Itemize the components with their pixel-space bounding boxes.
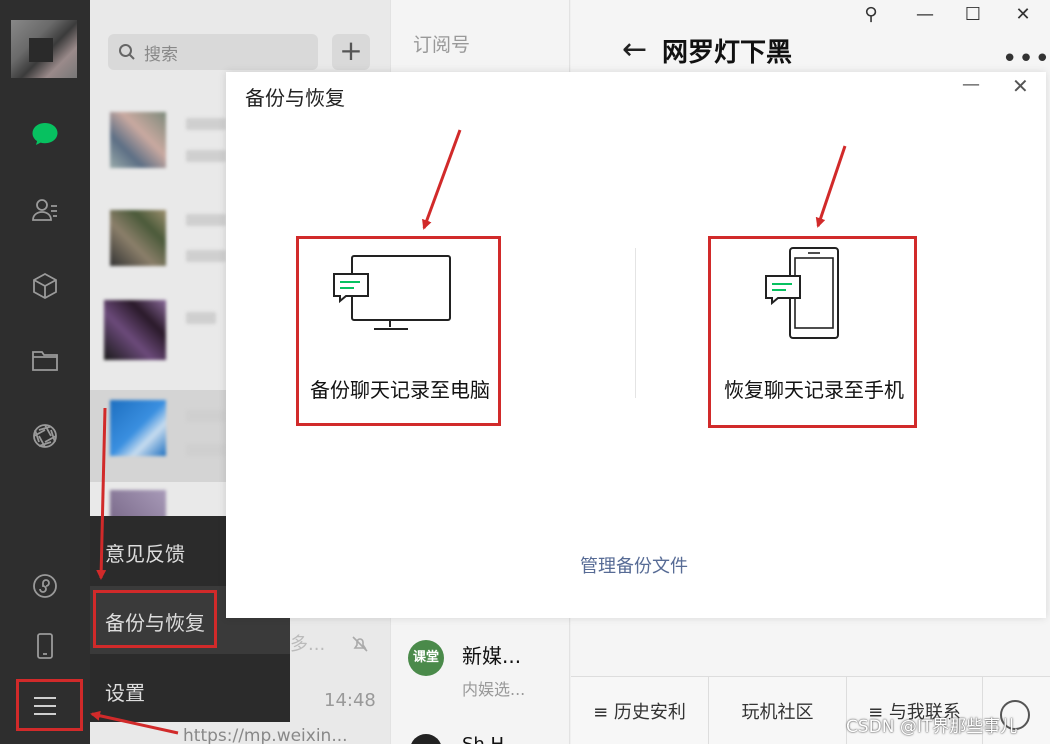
minimize-window-button[interactable]: — xyxy=(910,4,940,25)
chat-url-preview: https://mp.weixin... xyxy=(183,726,348,744)
subscriptions-title: 订阅号 xyxy=(413,34,471,56)
annotation-box-backup xyxy=(296,236,501,426)
menu-item-feedback[interactable]: 意见反馈 xyxy=(105,538,185,567)
search-placeholder: 搜索 xyxy=(144,44,178,65)
dialog-close-button[interactable]: ✕ xyxy=(1012,74,1029,98)
account-description: 内娱选... xyxy=(462,680,526,699)
chat-avatar[interactable] xyxy=(110,400,166,456)
mute-icon xyxy=(350,634,370,659)
option-divider xyxy=(635,248,636,398)
blurred-text xyxy=(186,410,226,422)
menu-item-community[interactable]: 玩机社区 xyxy=(709,676,847,744)
favorites-icon[interactable] xyxy=(27,268,63,304)
menu-item-settings[interactable]: 设置 xyxy=(105,677,145,706)
pin-button[interactable]: ⚲ xyxy=(856,4,886,25)
chat-avatar[interactable] xyxy=(110,210,166,266)
chat-icon[interactable] xyxy=(27,116,63,152)
search-input[interactable]: 搜索 xyxy=(108,34,318,70)
more-icon[interactable]: ••• xyxy=(1002,44,1050,74)
account-name[interactable]: Sh H... xyxy=(462,734,521,744)
blurred-text xyxy=(186,214,226,226)
article-title: 网罗灯下黑 xyxy=(662,38,793,68)
add-button[interactable]: + xyxy=(332,34,370,70)
blurred-text xyxy=(186,312,216,324)
phone-icon[interactable] xyxy=(27,628,63,664)
blurred-text xyxy=(186,250,226,262)
account-name[interactable]: 新媒... xyxy=(462,640,521,669)
blurred-text xyxy=(186,444,226,456)
annotation-box-menu-item xyxy=(93,590,217,648)
watermark: CSDN @IT界那些事儿 xyxy=(846,717,1018,737)
menu-item-history[interactable]: ≡ 历史安利 xyxy=(571,676,709,744)
moments-icon[interactable] xyxy=(27,418,63,454)
avatar[interactable] xyxy=(11,20,77,78)
mini-program-icon[interactable] xyxy=(27,568,63,604)
blurred-text xyxy=(186,118,226,130)
manage-backup-files-link[interactable]: 管理备份文件 xyxy=(580,552,688,578)
chat-preview-fragment: 多... xyxy=(290,634,326,655)
left-sidebar xyxy=(0,0,90,744)
back-arrow-icon[interactable]: ← xyxy=(622,32,647,67)
account-logo[interactable]: 课堂 xyxy=(408,640,444,676)
chat-avatar[interactable] xyxy=(110,112,166,168)
dialog-title: 备份与恢复 xyxy=(245,86,345,110)
dialog-minimize-button[interactable]: — xyxy=(962,74,980,95)
annotation-box-menu-button xyxy=(16,679,83,731)
contacts-icon[interactable] xyxy=(27,192,63,228)
maximize-window-button[interactable]: ☐ xyxy=(958,4,988,25)
chat-avatar[interactable] xyxy=(104,300,166,360)
search-icon xyxy=(119,44,135,60)
chat-time: 14:48 xyxy=(324,690,376,711)
blurred-text xyxy=(186,150,226,162)
close-window-button[interactable]: ✕ xyxy=(1008,4,1038,25)
files-icon[interactable] xyxy=(27,342,63,378)
annotation-box-restore xyxy=(708,236,917,428)
